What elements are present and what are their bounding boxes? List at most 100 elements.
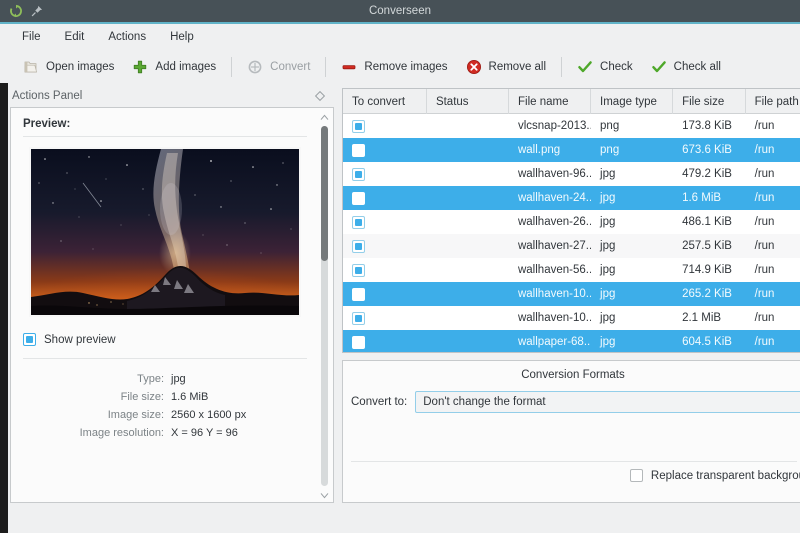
cell-file-path: /run bbox=[754, 288, 775, 300]
row-convert-checkbox[interactable] bbox=[352, 215, 365, 229]
cell-image-type: jpg bbox=[600, 288, 616, 300]
row-convert-checkbox[interactable] bbox=[352, 119, 365, 133]
table-row[interactable]: wallhaven-24... jpg 1.6 MiB/run bbox=[343, 186, 800, 210]
cell-file-path: /run bbox=[754, 312, 775, 324]
column-header-to-convert[interactable]: To convert bbox=[343, 89, 427, 114]
open-folder-icon bbox=[24, 61, 38, 72]
menu-help[interactable]: Help bbox=[160, 28, 204, 46]
cell-file-path: /run bbox=[754, 192, 775, 204]
table-row[interactable]: wallhaven-96... jpg 479.2 KiB/run bbox=[343, 162, 800, 186]
cell-to-convert bbox=[343, 210, 427, 234]
row-convert-checkbox[interactable] bbox=[352, 335, 365, 349]
show-preview-row[interactable]: Show preview bbox=[23, 333, 307, 346]
menu-actions[interactable]: Actions bbox=[98, 28, 156, 46]
remove-images-button[interactable]: Remove images bbox=[332, 55, 456, 79]
image-metadata-table: Type: jpg File size: 1.6 MiB Image size:… bbox=[23, 373, 307, 439]
row-convert-checkbox[interactable] bbox=[352, 191, 365, 205]
cell-file-name: wallhaven-10... bbox=[517, 288, 592, 300]
table-row[interactable]: wallpaper-68... jpg 604.5 KiB/run bbox=[343, 330, 800, 352]
cell-file-path: /run bbox=[754, 264, 775, 276]
cell-file-size: 604.5 KiB bbox=[682, 336, 732, 348]
check-button[interactable]: Check bbox=[568, 55, 642, 79]
metadata-value: 1.6 MiB bbox=[171, 391, 209, 403]
metadata-row-file-size: File size: 1.6 MiB bbox=[23, 391, 307, 403]
add-images-label: Add images bbox=[155, 60, 217, 73]
cell-image-type: png bbox=[600, 120, 620, 132]
cell-file-path: /run bbox=[754, 216, 775, 228]
check-all-button[interactable]: Check all bbox=[642, 55, 730, 79]
convert-button[interactable]: Convert bbox=[238, 55, 319, 79]
cell-image-type: jpg bbox=[600, 312, 616, 324]
table-row[interactable]: wall.png png 673.6 KiB/run bbox=[343, 138, 800, 162]
actions-panel-scrollbar[interactable] bbox=[317, 110, 331, 502]
cell-to-convert bbox=[343, 234, 427, 258]
cell-status bbox=[427, 138, 509, 162]
column-header-status[interactable]: Status bbox=[427, 89, 509, 114]
row-convert-checkbox[interactable] bbox=[352, 311, 365, 325]
cell-file-name: wallhaven-96... bbox=[517, 168, 592, 180]
convert-to-combobox[interactable]: Don't change the format bbox=[415, 391, 800, 413]
file-list-table[interactable]: To convert Status File name Image type F… bbox=[342, 88, 800, 353]
column-header-file-name[interactable]: File name bbox=[509, 89, 592, 114]
metadata-row-image-resolution: Image resolution: X = 96 Y = 96 bbox=[23, 427, 307, 439]
table-row[interactable]: wallhaven-27... jpg 257.5 KiB/run bbox=[343, 234, 800, 258]
replace-background-row[interactable]: Replace transparent backgrou bbox=[629, 469, 800, 482]
replace-background-label: Replace transparent backgrou bbox=[650, 469, 800, 482]
column-header-file-size[interactable]: File size bbox=[673, 89, 746, 114]
cell-file-size: 2.1 MiB bbox=[682, 312, 722, 324]
cell-file-size: 673.6 KiB bbox=[682, 144, 732, 156]
check-all-label: Check all bbox=[673, 60, 721, 73]
row-convert-checkbox[interactable] bbox=[352, 167, 365, 181]
show-preview-checkbox[interactable] bbox=[23, 333, 36, 346]
preview-frame bbox=[29, 147, 301, 317]
column-header-image-type[interactable]: Image type bbox=[591, 89, 674, 114]
scroll-up-arrow-icon[interactable] bbox=[317, 110, 331, 124]
column-header-file-path[interactable]: File path bbox=[746, 89, 800, 114]
actions-panel-header: Actions Panel bbox=[8, 85, 334, 107]
cell-file-size: 257.5 KiB bbox=[682, 240, 732, 252]
row-convert-checkbox[interactable] bbox=[352, 239, 365, 253]
cell-file-size: 714.9 KiB bbox=[682, 264, 732, 276]
scroll-down-arrow-icon[interactable] bbox=[317, 488, 331, 502]
row-convert-checkbox[interactable] bbox=[352, 143, 365, 157]
table-row[interactable]: wallhaven-10... jpg 265.2 KiB/run bbox=[343, 282, 800, 306]
cell-status bbox=[427, 234, 509, 258]
metadata-key: File size: bbox=[120, 391, 164, 403]
check-label: Check bbox=[600, 60, 633, 73]
add-images-button[interactable]: Add images bbox=[123, 55, 225, 79]
metadata-key: Image resolution: bbox=[79, 427, 164, 439]
remove-all-icon bbox=[466, 59, 481, 74]
convert-to-row: Convert to: Don't change the format bbox=[343, 381, 800, 413]
preview-image bbox=[31, 149, 299, 315]
scrollbar-track[interactable] bbox=[321, 126, 328, 486]
conversion-formats-title: Conversion Formats bbox=[521, 369, 625, 381]
cell-file-size: 479.2 KiB bbox=[682, 168, 732, 180]
table-row[interactable]: wallhaven-56... jpg 714.9 KiB/run bbox=[343, 258, 800, 282]
cell-status bbox=[427, 282, 509, 306]
table-row[interactable]: wallhaven-10... jpg 2.1 MiB/run bbox=[343, 306, 800, 330]
row-convert-checkbox[interactable] bbox=[352, 263, 365, 277]
table-header-row: To convert Status File name Image type F… bbox=[343, 89, 800, 114]
menu-edit[interactable]: Edit bbox=[55, 28, 95, 46]
replace-background-checkbox[interactable] bbox=[629, 469, 643, 482]
window-title: Converseen bbox=[368, 5, 431, 17]
table-row[interactable]: wallhaven-26... jpg 486.1 KiB/run bbox=[343, 210, 800, 234]
cell-image-type: jpg bbox=[600, 336, 616, 348]
main-toolbar: Open images Add images Convert Remove im… bbox=[0, 50, 800, 83]
float-diamond-icon[interactable] bbox=[314, 90, 326, 102]
table-row[interactable]: vlcsnap-2013... png 173.8 KiB/run bbox=[343, 114, 800, 138]
remove-all-button[interactable]: Remove all bbox=[457, 55, 556, 79]
cell-file-path: /run bbox=[754, 168, 775, 180]
cell-file-name: wallhaven-56... bbox=[517, 264, 592, 276]
open-images-button[interactable]: Open images bbox=[14, 55, 123, 79]
scrollbar-thumb[interactable] bbox=[321, 126, 328, 261]
menu-file[interactable]: File bbox=[12, 28, 51, 46]
row-convert-checkbox[interactable] bbox=[352, 287, 365, 301]
cell-file-path: /run bbox=[754, 336, 775, 348]
cell-file-name: wall.png bbox=[517, 144, 561, 156]
metadata-key: Image size: bbox=[107, 409, 164, 421]
minus-icon bbox=[343, 64, 356, 69]
conversion-divider bbox=[351, 461, 797, 462]
cell-image-type: jpg bbox=[600, 240, 616, 252]
table-rows-host: vlcsnap-2013... png 173.8 KiB/run wall.png p… bbox=[343, 114, 800, 352]
